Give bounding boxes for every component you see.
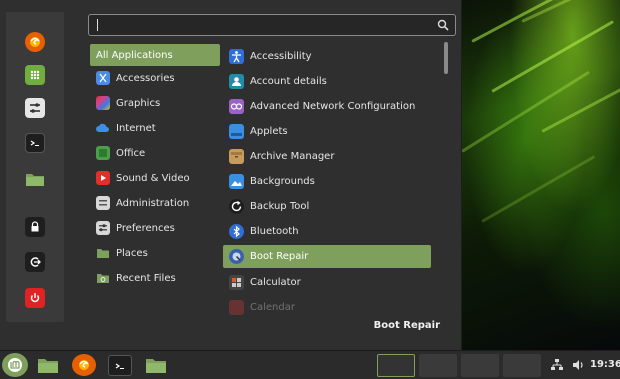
app-calendar[interactable]: Calendar [223,296,431,319]
network-icon [229,99,244,114]
play-icon [96,171,110,185]
app-list-scrollbar[interactable] [443,42,448,322]
workspace-2[interactable] [419,354,457,377]
terminal-icon[interactable] [25,133,45,153]
recent-folder-icon [96,271,110,285]
backgrounds-icon [229,174,244,189]
software-manager-icon[interactable] [25,65,45,85]
app-label: Calculator [250,277,301,288]
backup-icon [229,199,244,214]
scrollbar-thumb[interactable] [444,42,448,74]
category-recent-files[interactable]: Recent Files [90,267,220,289]
preferences-icon [96,221,110,235]
app-advanced-network-configuration[interactable]: Advanced Network Configuration [223,95,431,118]
terminal-icon[interactable] [108,355,132,376]
app-boot-repair[interactable]: Boot Repair [223,245,431,268]
lock-screen-icon[interactable] [25,217,45,237]
search-box[interactable] [88,14,456,36]
category-places[interactable]: Places [90,242,220,264]
category-internet[interactable]: Internet [90,117,220,139]
app-label: Bluetooth [250,226,299,237]
workspace-4[interactable] [503,354,541,377]
graphics-icon [96,96,110,110]
accessibility-icon [229,49,244,64]
app-backup-tool[interactable]: Backup Tool [223,195,431,218]
app-label: Backup Tool [250,201,310,212]
category-administration[interactable]: Administration [90,192,220,214]
firefox-icon[interactable] [25,32,45,52]
app-label: Applets [250,126,288,137]
category-sound-video[interactable]: Sound & Video [90,167,220,189]
network-icon[interactable] [550,358,564,372]
app-label: Advanced Network Configuration [250,101,416,112]
app-accessibility[interactable]: Accessibility [223,45,431,68]
desktop-wallpaper [461,0,620,350]
workspace-1[interactable] [377,354,415,377]
taskbar: 19:36 [0,350,620,379]
app-label: Boot Repair [250,251,309,262]
office-icon [96,146,110,160]
app-label: Calendar [250,302,295,313]
category-graphics[interactable]: Graphics [90,92,220,114]
category-office[interactable]: Office [90,142,220,164]
applets-icon [229,124,244,139]
category-label: Accessories [116,72,175,84]
calculator-icon [229,275,244,290]
category-accessories[interactable]: Accessories [90,67,220,89]
selected-app-title: Boot Repair [373,320,440,331]
account-icon [229,74,244,89]
firefox-icon[interactable] [72,354,96,376]
app-account-details[interactable]: Account details [223,70,431,93]
logout-icon[interactable] [25,252,45,272]
category-label: Internet [116,122,156,134]
category-label: Recent Files [116,272,176,284]
search-input[interactable] [95,17,425,33]
application-menu: All Applications Accessories Graphics In… [0,0,462,350]
app-label: Accessibility [250,51,312,62]
category-label: Graphics [116,97,161,109]
category-label: Places [116,247,148,259]
category-label: Administration [116,197,190,209]
folder-icon [96,246,110,260]
files-icon[interactable] [34,355,62,376]
app-label: Backgrounds [250,176,315,187]
clock[interactable]: 19:36 [590,359,620,370]
files-icon[interactable] [142,355,170,376]
category-all-applications[interactable]: All Applications [90,44,220,66]
cloud-icon [96,121,110,135]
category-label: Sound & Video [116,172,190,184]
boot-repair-icon [229,249,244,264]
favorites-sidebar [6,12,64,322]
mint-menu-icon[interactable] [2,353,28,377]
bluetooth-icon [229,224,244,239]
files-icon[interactable] [25,169,45,189]
app-label: Account details [250,76,327,87]
admin-icon [96,196,110,210]
app-backgrounds[interactable]: Backgrounds [223,170,431,193]
search-icon[interactable] [437,19,449,31]
app-bluetooth[interactable]: Bluetooth [223,220,431,243]
settings-icon[interactable] [25,98,45,118]
app-calculator[interactable]: Calculator [223,271,431,294]
category-label: Office [116,147,146,159]
category-label: All Applications [96,49,173,61]
workspace-3[interactable] [461,354,499,377]
app-archive-manager[interactable]: Archive Manager [223,145,431,168]
app-applets[interactable]: Applets [223,120,431,143]
category-preferences[interactable]: Preferences [90,217,220,239]
app-label: Archive Manager [250,151,335,162]
category-label: Preferences [116,222,175,234]
shutdown-icon[interactable] [25,288,45,308]
calendar-icon [229,300,244,315]
archive-icon [229,149,244,164]
volume-icon[interactable] [571,358,585,372]
scissors-icon [96,71,110,85]
